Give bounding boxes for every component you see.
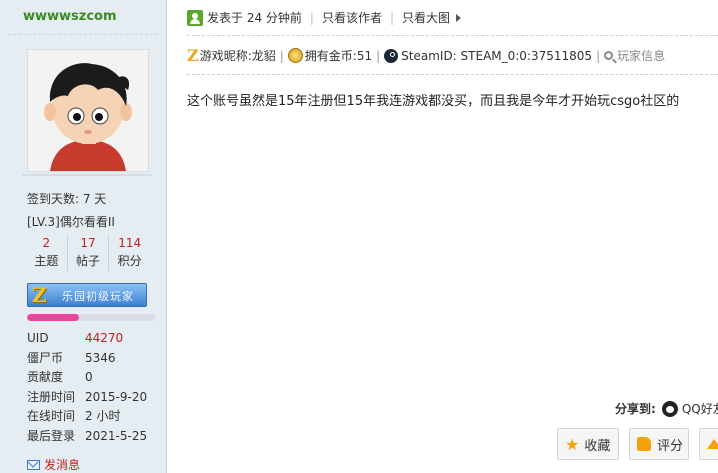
divider — [187, 74, 718, 75]
info-label: UID — [27, 331, 49, 345]
info-label: 贡献度 — [27, 370, 64, 384]
separator: | — [389, 10, 395, 25]
separator: | — [309, 10, 314, 25]
send-message-label: 发消息 — [44, 458, 81, 472]
info-row-online-time: 在线时间 2 小时 — [27, 407, 157, 427]
envelope-icon — [27, 459, 40, 470]
star-icon: ★ — [565, 434, 580, 454]
coin-icon — [287, 48, 303, 63]
arrow-up-icon — [707, 439, 718, 449]
favorite-label: 收藏 — [584, 438, 611, 454]
avatar-underline — [22, 174, 152, 176]
z-logo-icon: Z — [187, 46, 199, 65]
stat-label: 主题 — [34, 254, 59, 268]
user-level[interactable]: [LV.3]偶尔看看II — [27, 213, 115, 230]
info-label: 在线时间 — [27, 409, 76, 423]
separator: | — [376, 48, 381, 63]
player-info-link[interactable]: 玩家信息 — [617, 47, 665, 64]
signin-days: 签到天数: 7 天 — [27, 192, 107, 206]
rate-button[interactable]: 评分 — [629, 428, 689, 460]
upvote-button[interactable] — [699, 428, 718, 460]
favorite-button[interactable]: ★ 收藏 — [557, 428, 619, 460]
info-row-registered: 注册时间 2015-9-20 — [27, 388, 157, 408]
only-images-link[interactable]: 只看大图 — [402, 9, 450, 26]
online-user-icon — [187, 9, 203, 26]
z-logo-icon: Z — [32, 283, 47, 307]
divider — [187, 35, 718, 36]
game-info-bar: Z 游戏昵称:龙貂 | 拥有金币:51 | SteamID: STEAM_0:0… — [187, 46, 665, 65]
user-group-badge[interactable]: Z 乐园初级玩家 — [27, 283, 147, 307]
info-value[interactable]: 44270 — [85, 329, 123, 349]
game-nickname: 游戏昵称:龙貂 — [199, 49, 276, 63]
info-row-contribution: 贡献度 0 — [27, 368, 157, 388]
level-progress-fill — [27, 314, 79, 321]
play-arrow-icon[interactable] — [456, 13, 462, 22]
info-label: 僵尸币 — [27, 350, 64, 365]
info-value: 2015-9-20 — [85, 389, 148, 404]
author-username[interactable]: wwwwszcom — [23, 9, 117, 24]
stat-threads[interactable]: 2 主题 — [26, 235, 68, 271]
send-message-link[interactable]: 发消息 — [27, 456, 80, 473]
info-value: 5346 — [85, 350, 116, 365]
info-value: 2 小时 — [85, 409, 121, 423]
search-icon — [604, 51, 614, 60]
info-label: 注册时间 — [27, 389, 76, 404]
stat-value: 17 — [80, 236, 96, 250]
post-meta-bar: 发表于 24 分钟前 | 只看该作者 | 只看大图 — [187, 9, 462, 26]
post-content: 这个账号虽然是15年注册但15年我连游戏都没买，而且我是今年才开始玩csgo社区… — [187, 94, 680, 109]
info-label: 最后登录 — [27, 428, 76, 443]
badge-label: 乐园初级玩家 — [62, 290, 134, 303]
steam-icon — [384, 48, 399, 63]
gold-count: 拥有金币:51 — [304, 49, 373, 63]
share-label: 分享到: — [615, 402, 656, 416]
info-row-uid: UID 44270 — [27, 329, 157, 349]
avatar[interactable] — [27, 49, 149, 172]
info-row-coins: 僵尸币 5346 — [27, 349, 157, 369]
qq-icon[interactable] — [661, 400, 678, 417]
stat-value: 2 — [42, 236, 51, 250]
divider — [8, 34, 158, 35]
stat-label: 积分 — [117, 254, 142, 268]
share-qq-link[interactable]: QQ好友 — [682, 400, 718, 417]
info-value: 2021-5-25 — [85, 428, 148, 443]
steam-id[interactable]: SteamID: STEAM_0:0:37511805 — [401, 49, 592, 63]
stat-value: 114 — [118, 236, 142, 250]
info-value: 0 — [85, 370, 93, 384]
only-author-link[interactable]: 只看该作者 — [322, 9, 382, 26]
author-sidebar: wwwwszcom 签到天数: 7 天 [LV.3]偶尔看看II 2 主题 17 — [0, 0, 167, 473]
separator: | — [279, 48, 284, 63]
post-body: 发表于 24 分钟前 | 只看该作者 | 只看大图 Z 游戏昵称:龙貂 | 拥有… — [167, 0, 718, 473]
share-bar: 分享到: QQ好友 — [615, 400, 718, 417]
info-row-last-login: 最后登录 2021-5-25 — [27, 427, 157, 447]
stat-label: 帖子 — [76, 254, 101, 268]
avatar-cartoon-image — [28, 50, 148, 171]
thumbs-up-icon — [637, 437, 651, 451]
separator: | — [596, 48, 601, 63]
stat-points[interactable]: 114 积分 — [109, 235, 150, 271]
post-time: 发表于 24 分钟前 — [207, 11, 302, 25]
rate-label: 评分 — [657, 438, 684, 454]
user-info-list: UID 44270 僵尸币 5346 贡献度 0 注册时间 2015-9-20 … — [27, 329, 157, 446]
user-stats: 2 主题 17 帖子 114 积分 — [26, 235, 150, 271]
stat-posts[interactable]: 17 帖子 — [68, 235, 110, 271]
level-progress-bar — [27, 314, 156, 321]
